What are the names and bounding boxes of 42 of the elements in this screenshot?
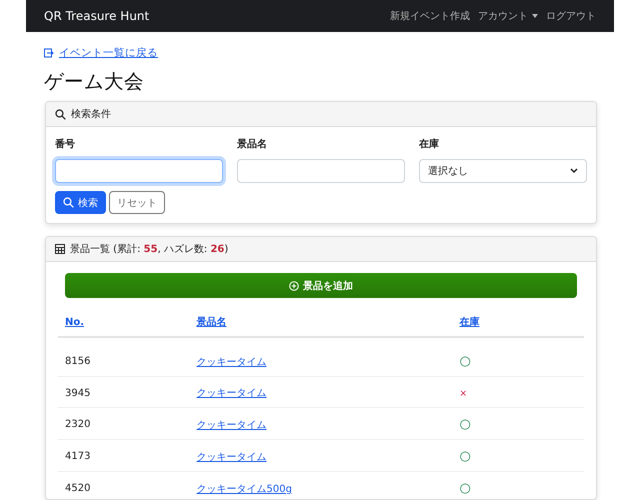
column-header-link[interactable]: 在庫 xyxy=(460,317,480,328)
number-cell: 8156 xyxy=(65,356,90,367)
brand-title[interactable]: QR Treasure Hunt xyxy=(44,9,150,23)
input-field[interactable] xyxy=(237,159,405,183)
search-icon xyxy=(63,197,74,208)
nav-link[interactable]: 新規イベント作成 xyxy=(390,9,470,23)
field-label: 番号 xyxy=(55,138,76,151)
number-cell: 4173 xyxy=(65,451,90,462)
prize-name-link[interactable]: クッキータイム xyxy=(196,420,266,430)
number-cell: 2320 xyxy=(65,419,90,430)
card-title: 検索条件 xyxy=(71,108,111,121)
chevron-down-icon xyxy=(570,168,578,174)
card-title: 景品一覧 (累計: 55, ハズレ数: 26) xyxy=(70,242,228,256)
reset-button[interactable]: リセット xyxy=(109,191,165,214)
stock-mark: × xyxy=(460,388,468,398)
table-icon xyxy=(55,244,65,254)
input-field[interactable] xyxy=(55,159,223,183)
prize-name-link[interactable]: クッキータイム xyxy=(196,452,266,462)
caret-icon xyxy=(532,14,538,18)
field-label: 景品名 xyxy=(237,138,268,151)
select-field[interactable]: 選択なし xyxy=(419,159,587,183)
nav-link[interactable]: アカウント xyxy=(478,9,538,23)
column-header-link[interactable]: No. xyxy=(65,316,84,328)
plus-circle-icon xyxy=(289,280,299,290)
page-title: ゲーム大会 xyxy=(44,69,145,95)
prize-name-link[interactable]: クッキータイム xyxy=(196,356,266,368)
stock-mark: ○ xyxy=(460,481,471,496)
stock-mark: ○ xyxy=(460,449,471,464)
stock-mark: ○ xyxy=(460,354,471,369)
nav-link[interactable]: ログアウト xyxy=(546,9,596,23)
number-cell: 3945 xyxy=(65,388,90,398)
search-icon xyxy=(55,108,66,120)
stock-mark: ○ xyxy=(460,417,471,432)
search-button[interactable]: 検索 xyxy=(55,191,106,214)
add-prize-button[interactable]: 景品を追加 xyxy=(65,273,577,298)
column-header-link[interactable]: 景品名 xyxy=(196,317,226,328)
back-link[interactable]: イベント一覧に戻る xyxy=(59,46,158,60)
prize-name-link[interactable]: クッキータイム xyxy=(196,388,266,399)
field-label: 在庫 xyxy=(419,137,440,151)
number-cell: 4520 xyxy=(65,483,90,494)
back-icon xyxy=(44,48,54,58)
prize-name-link[interactable]: クッキータイム500g xyxy=(196,484,292,494)
